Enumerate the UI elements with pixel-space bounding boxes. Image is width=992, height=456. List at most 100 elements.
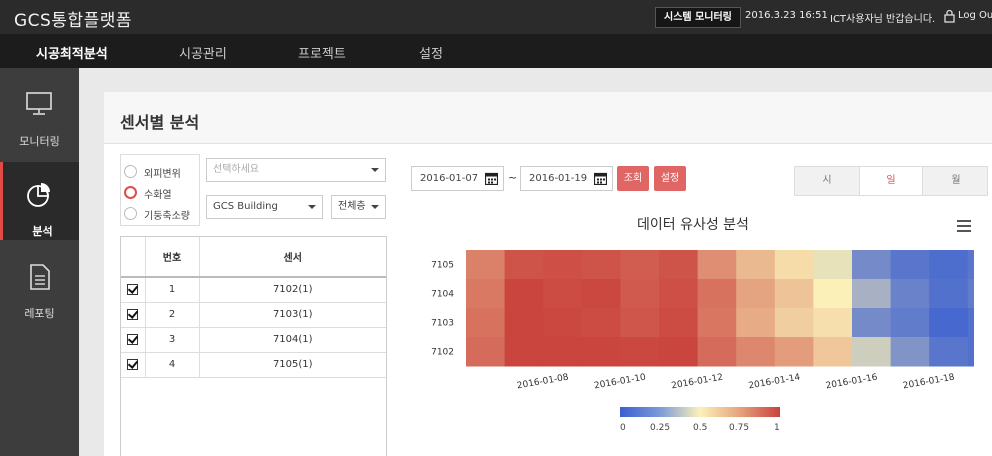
select-value: 전체층 [338,201,366,212]
heatmap-cell[interactable] [581,279,621,309]
nav-item-settings[interactable]: 설정 [419,43,443,62]
heatmap-cell[interactable] [504,337,544,367]
heatmap-cell[interactable] [929,337,969,367]
heatmap-cell[interactable] [659,250,699,280]
floor-select[interactable]: 전체층 [331,195,386,219]
heatmap-cell[interactable] [466,337,506,367]
tab-day[interactable]: 일 [859,167,923,195]
row-checkbox[interactable] [127,358,139,370]
heatmap-cell[interactable] [736,279,776,309]
heatmap-cell[interactable] [581,337,621,367]
date-to-input[interactable]: 2016-01-19 [520,166,613,191]
heatmap-cell[interactable] [774,250,814,280]
heatmap-cell[interactable] [852,308,892,338]
heatmap-cell[interactable] [581,308,621,338]
nav-item-project[interactable]: 프로젝트 [298,43,346,62]
heatmap-cell[interactable] [890,337,930,367]
menu-icon[interactable] [957,220,971,232]
heatmap-cell[interactable] [504,279,544,309]
select-value: 선택하세요 [213,164,259,175]
heatmap-cell[interactable] [736,337,776,367]
table-row[interactable]: 1 7102(1) [121,277,386,303]
color-scale-tick: 0 [620,423,626,433]
heatmap-cell[interactable] [504,250,544,280]
heatmap-cell[interactable] [659,279,699,309]
heatmap-cell[interactable] [967,279,974,309]
sidebar-item-analysis[interactable]: 분석 [0,162,79,240]
logout-link[interactable]: Log Out [958,10,992,21]
heatmap-cell[interactable] [929,308,969,338]
lock-icon[interactable] [944,9,955,23]
heatmap-cell[interactable] [620,279,660,309]
row-checkbox[interactable] [127,308,139,320]
heatmap-cell[interactable] [504,308,544,338]
heatmap-cell[interactable] [543,279,583,309]
settings-button[interactable]: 설정 [654,166,686,191]
heatmap-cell[interactable] [466,308,506,338]
color-scale-tick: 1 [774,423,780,433]
heatmap-cell[interactable] [929,250,969,280]
heatmap-cell[interactable] [813,337,853,367]
table-row[interactable]: 3 7104(1) [121,327,386,353]
type-select[interactable]: 선택하세요 [206,158,386,182]
heatmap-cell[interactable] [543,308,583,338]
heatmap-cell[interactable] [466,250,506,280]
x-tick-label: 2016-01-14 [748,373,802,392]
heatmap-cell[interactable] [813,250,853,280]
heatmap-cell[interactable] [697,279,737,309]
heatmap-cell[interactable] [967,308,974,338]
heatmap-cell[interactable] [890,308,930,338]
system-monitor-button[interactable]: 시스템 모니터링 [655,7,741,28]
heatmap-cell[interactable] [852,279,892,309]
chevron-down-icon [371,168,379,172]
building-select[interactable]: GCS Building [206,195,323,219]
heatmap-cell[interactable] [659,308,699,338]
heatmap-cell[interactable] [852,337,892,367]
radio-label: 수화열 [144,190,172,201]
sidebar-item-reporting[interactable]: 레포팅 [0,244,79,322]
chevron-down-icon [308,205,316,209]
tab-month[interactable]: 월 [924,167,988,195]
heatmap-cell[interactable] [620,337,660,367]
heatmap-cell[interactable] [890,279,930,309]
table-row[interactable]: 2 7103(1) [121,302,386,328]
heatmap-cell[interactable] [620,250,660,280]
heatmap-cell[interactable] [774,337,814,367]
heatmap-cell[interactable] [543,250,583,280]
nav-item-construction-management[interactable]: 시공관리 [179,43,227,62]
heatmap-cell[interactable] [697,250,737,280]
table-row[interactable]: 4 7105(1) [121,352,386,378]
calendar-icon[interactable] [594,172,607,185]
page-title: 센서별 분석 [120,113,200,132]
row-number: 2 [145,302,200,328]
tab-hour[interactable]: 시 [795,167,859,195]
heatmap-cell[interactable] [813,279,853,309]
row-checkbox[interactable] [127,333,139,345]
heatmap-cell[interactable] [620,308,660,338]
heatmap-cell[interactable] [967,250,974,280]
table-header-row: 번호 센서 [121,237,386,278]
heatmap-cell[interactable] [697,337,737,367]
heatmap-cell[interactable] [736,308,776,338]
heatmap-cell[interactable] [736,250,776,280]
app-brand[interactable]: GCS통합플랫폼 [14,6,132,31]
heatmap-cell[interactable] [697,308,737,338]
heatmap-cell[interactable] [774,308,814,338]
heatmap-cell[interactable] [659,337,699,367]
heatmap-cell[interactable] [581,250,621,280]
calendar-icon[interactable] [485,172,498,185]
sidebar-item-monitoring[interactable]: 모니터링 [0,72,79,150]
heatmap-cell[interactable] [967,337,974,367]
heatmap-cell[interactable] [813,308,853,338]
search-button[interactable]: 조회 [617,166,649,191]
heatmap-cell[interactable] [774,279,814,309]
row-checkbox[interactable] [127,284,139,295]
nav-item-construction-analysis[interactable]: 시공최적분석 [36,43,108,62]
heatmap-cell[interactable] [543,337,583,367]
date-from-input[interactable]: 2016-01-07 [411,166,504,191]
heatmap-cell[interactable] [890,250,930,280]
heatmap-cell[interactable] [929,279,969,309]
heatmap-cell[interactable] [466,279,506,309]
column-header-number: 번호 [145,237,200,278]
heatmap-cell[interactable] [852,250,892,280]
